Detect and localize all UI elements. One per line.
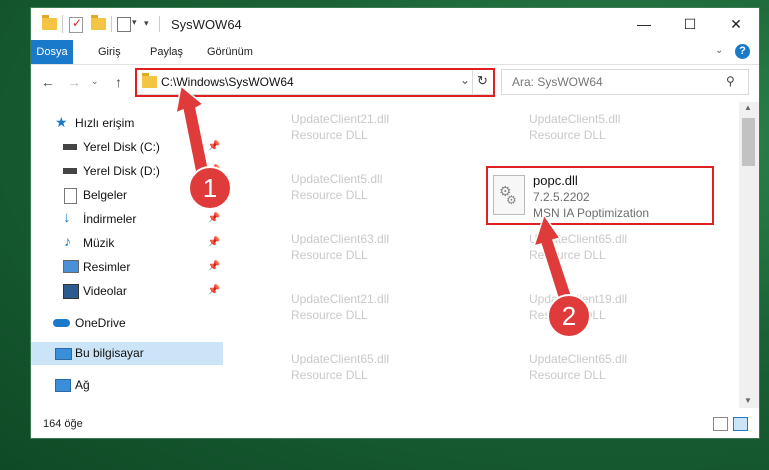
- arrow-1: [175, 84, 210, 176]
- step-1-marker: 1: [188, 166, 232, 210]
- step-2-marker: 2: [547, 294, 591, 338]
- annotation-arrows: [175, 84, 574, 305]
- arrow-2: [532, 213, 574, 305]
